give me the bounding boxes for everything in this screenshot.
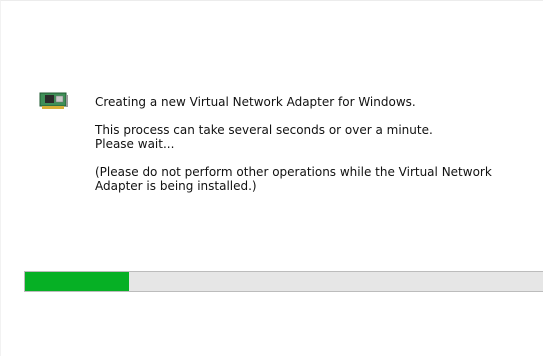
duration-line: This process can take several seconds or… xyxy=(95,123,433,137)
wait-line: Please wait... xyxy=(95,137,175,151)
installer-window: Creating a new Virtual Network Adapter f… xyxy=(0,0,543,356)
status-message: Creating a new Virtual Network Adapter f… xyxy=(95,95,416,109)
network-adapter-icon xyxy=(39,92,69,110)
duration-note: This process can take several seconds or… xyxy=(95,123,540,151)
progress-bar xyxy=(24,271,543,292)
warning-note: (Please do not perform other operations … xyxy=(95,165,492,193)
progress-fill xyxy=(25,272,129,291)
message-block: Creating a new Virtual Network Adapter f… xyxy=(95,95,540,207)
